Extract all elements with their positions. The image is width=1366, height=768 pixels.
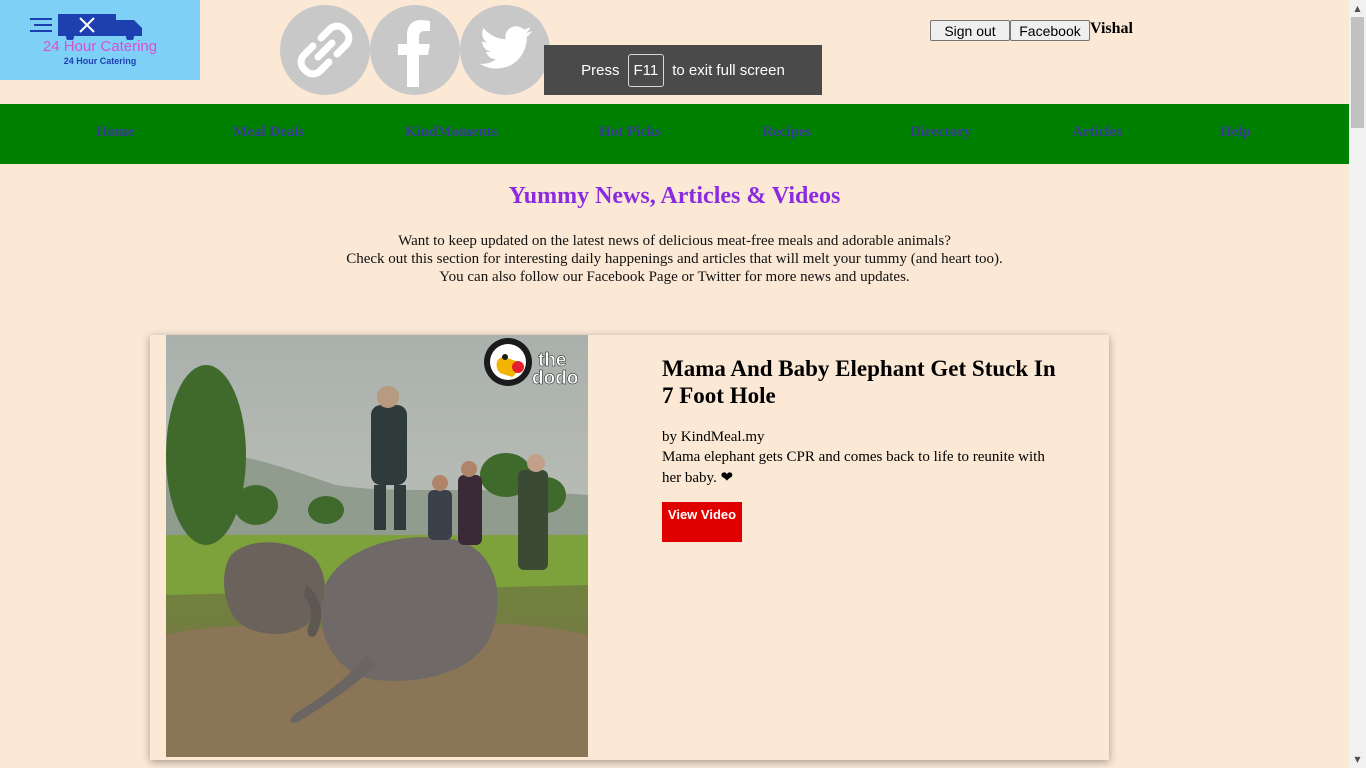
facebook-icon [398, 20, 430, 87]
page: 24 Hour Catering 24 Hour Catering Press … [0, 0, 1349, 768]
article-card: the dodo Mama And Baby Elephant Get Stuc… [150, 335, 1109, 760]
intro-line: You can also follow our Facebook Page or… [439, 269, 910, 285]
article-thumbnail[interactable]: the dodo [166, 335, 588, 757]
elephant-photo: the dodo [166, 335, 588, 757]
fullscreen-notice-suffix: to exit full screen [672, 61, 785, 79]
main-nav: Home Meal Deals KindMoments Hot Picks Re… [0, 104, 1349, 164]
view-video-button[interactable]: View Video [662, 502, 742, 542]
nav-home[interactable]: Home [96, 124, 134, 141]
article-title[interactable]: Mama And Baby Elephant Get Stuck In 7 Fo… [662, 355, 1062, 409]
fullscreen-notice-prefix: Press [581, 61, 620, 79]
nav-directory[interactable]: Directory [910, 124, 971, 141]
truck-icon [30, 14, 142, 40]
nav-articles[interactable]: Articles [1072, 124, 1122, 141]
site-logo[interactable]: 24 Hour Catering 24 Hour Catering [0, 0, 200, 80]
page-title: Yummy News, Articles & Videos [508, 183, 841, 209]
scroll-down-icon[interactable]: ▼ [1349, 751, 1366, 768]
intro-line: Want to keep updated on the latest news … [398, 233, 951, 249]
link-icon [297, 22, 353, 78]
scrollbar-thumb[interactable] [1351, 17, 1364, 128]
nav-kindmoments[interactable]: KindMoments [405, 124, 498, 141]
scroll-up-icon[interactable]: ▲ [1349, 0, 1366, 17]
article-byline: by KindMeal.my [662, 429, 765, 445]
nav-hot-picks[interactable]: Hot Picks [599, 124, 661, 141]
nav-meal-deals[interactable]: Meal Deals [233, 124, 304, 141]
nav-recipes[interactable]: Recipes [762, 124, 811, 141]
sign-out-button[interactable]: Sign out [930, 20, 1010, 41]
username: Vishal [1090, 20, 1133, 37]
nav-help[interactable]: Help [1220, 124, 1251, 141]
link-button[interactable] [280, 5, 370, 95]
facebook-share-button[interactable] [370, 5, 460, 95]
intro-text: Want to keep updated on the latest news … [0, 232, 1349, 286]
twitter-icon [480, 26, 533, 69]
logo-title: 24 Hour Catering [42, 38, 158, 55]
article-description: Mama elephant gets CPR and comes back to… [662, 449, 1045, 486]
vertical-scrollbar[interactable]: ▲ ▼ [1349, 0, 1366, 768]
f11-key: F11 [627, 53, 665, 87]
watermark-dodo: dodo [532, 368, 578, 389]
logo-subtitle: 24 Hour Catering [63, 56, 137, 66]
fullscreen-notice: Press F11 to exit full screen [544, 45, 822, 95]
twitter-share-button[interactable] [460, 5, 550, 95]
facebook-button[interactable]: Facebook [1010, 20, 1090, 41]
intro-line: Check out this section for interesting d… [346, 251, 1003, 267]
